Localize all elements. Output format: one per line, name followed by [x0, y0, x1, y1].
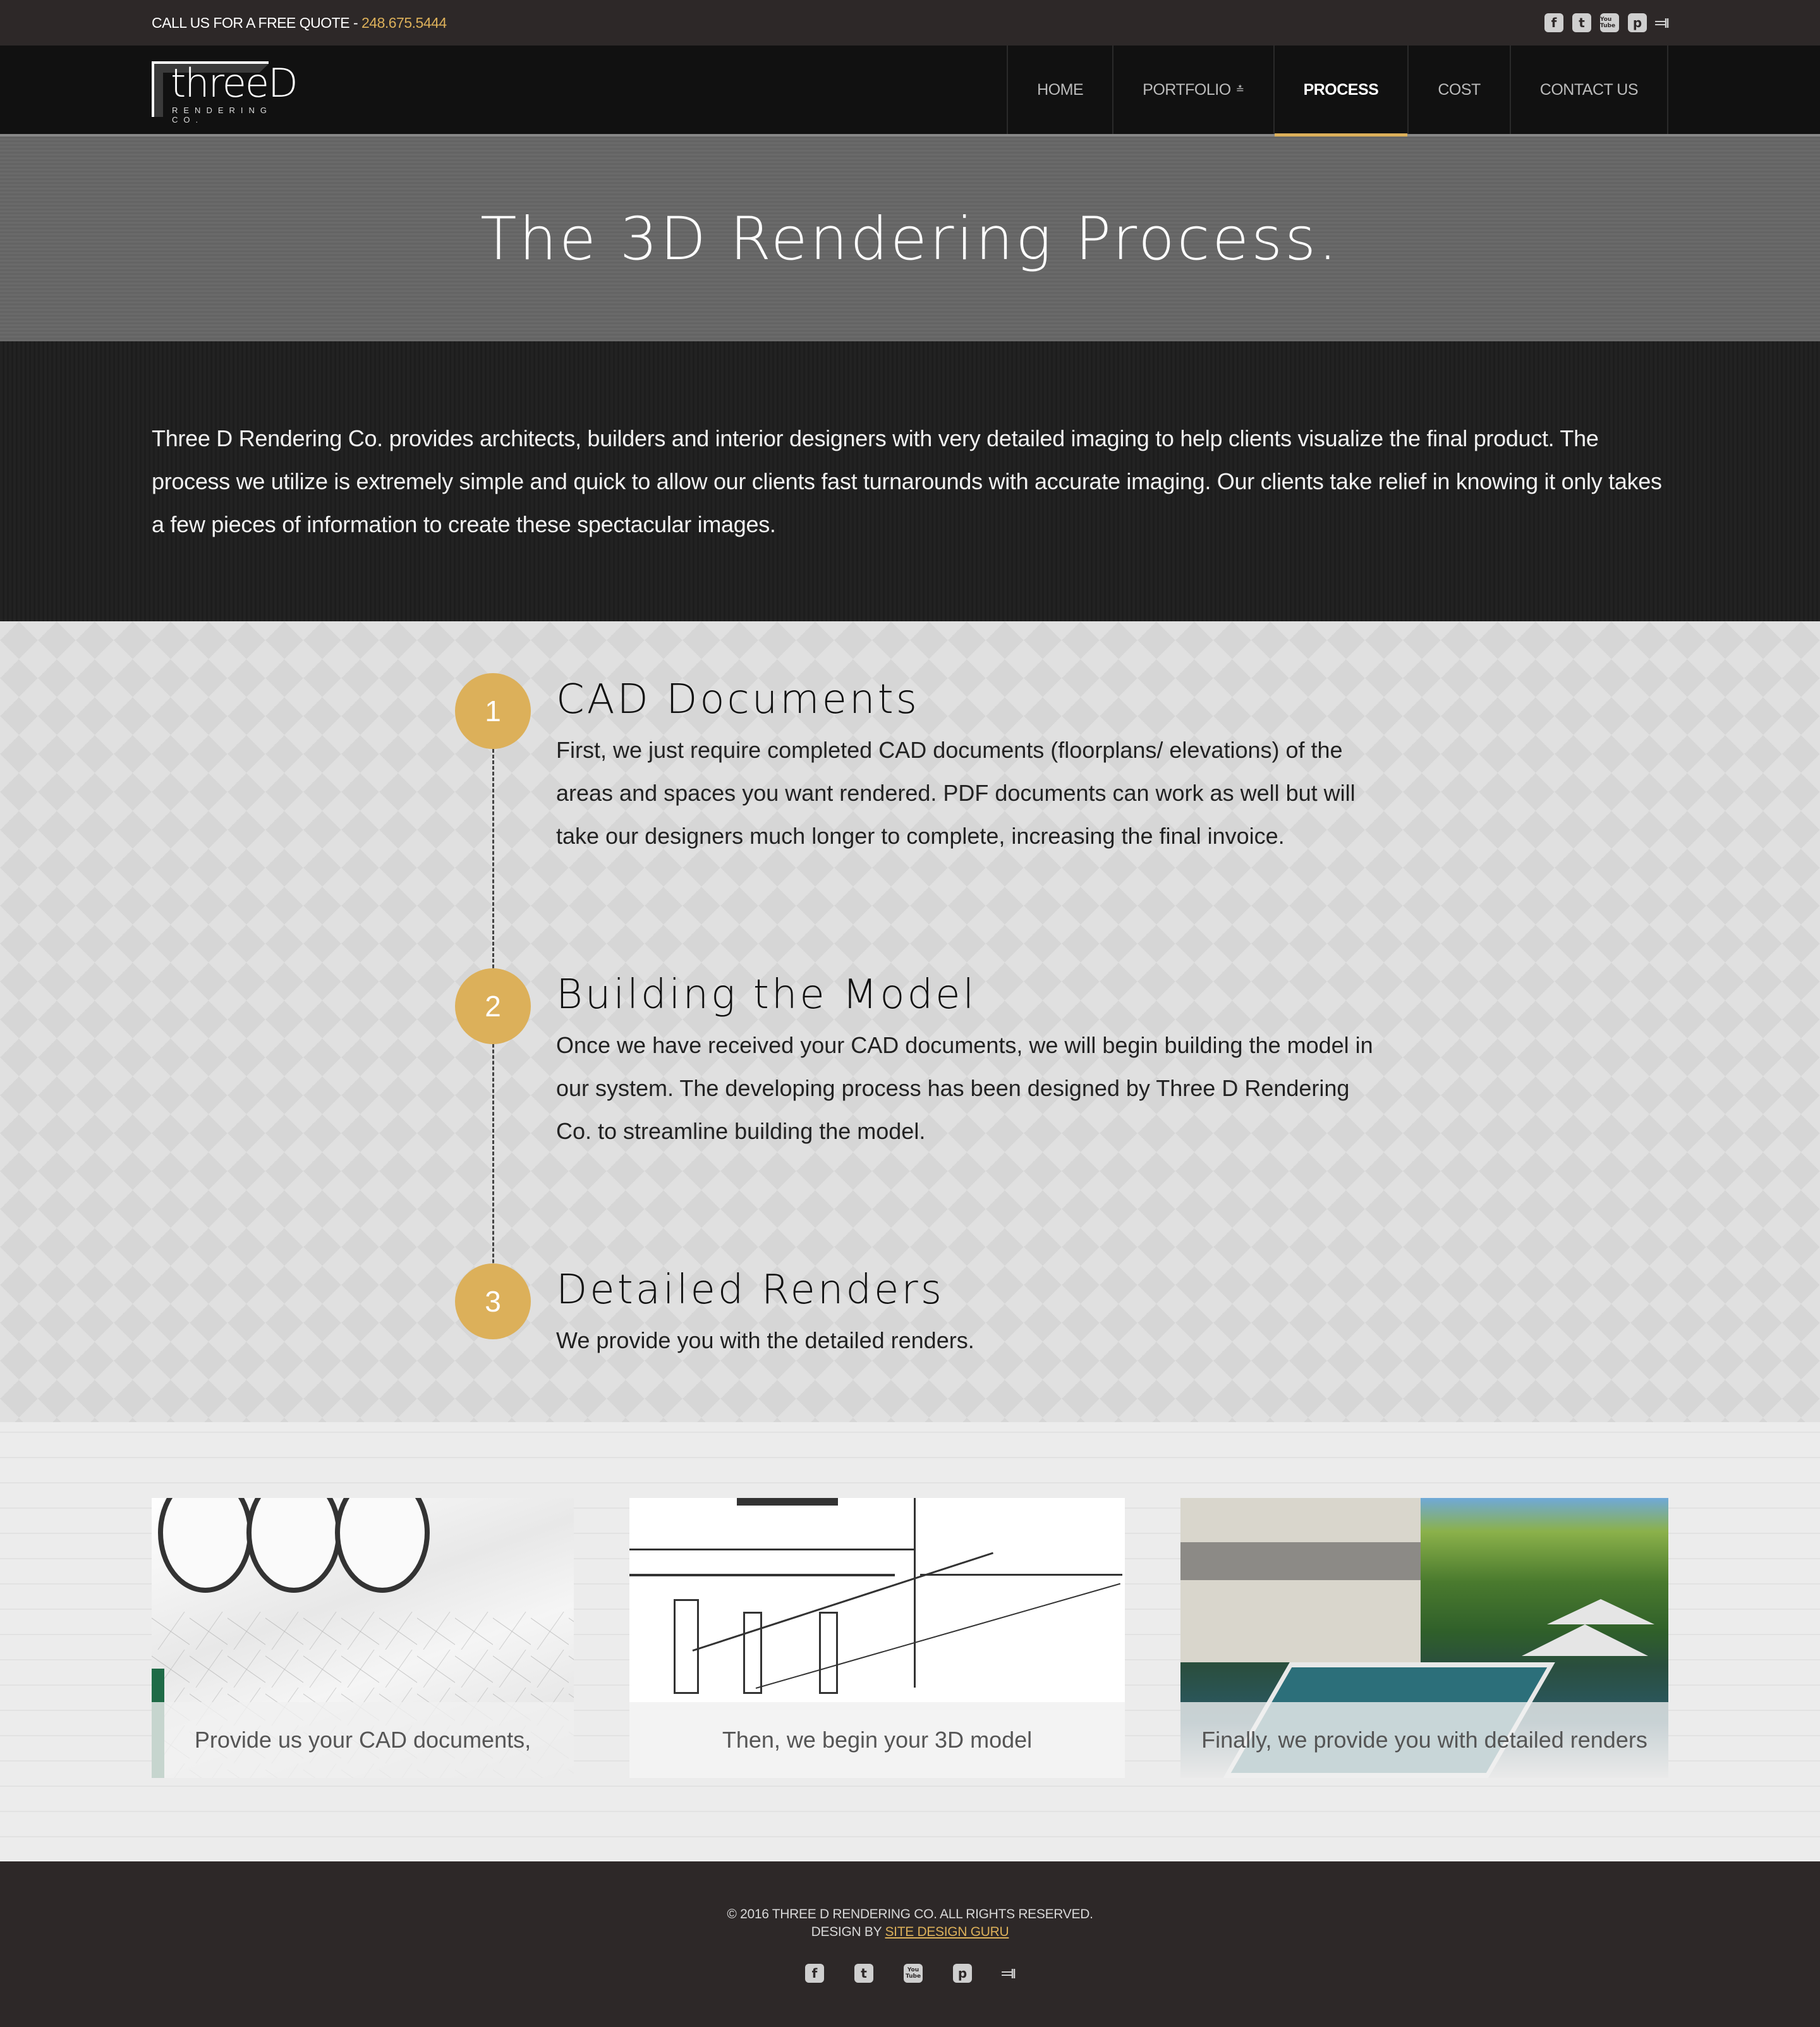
- step-title: Building the Model: [556, 971, 977, 1018]
- nav-process[interactable]: PROCESS: [1274, 46, 1409, 137]
- youtube-icon[interactable]: You Tube: [904, 1964, 923, 1983]
- process-step: 2 Building the Model Once we have receiv…: [455, 968, 1403, 1263]
- pinterest-icon[interactable]: p: [1628, 13, 1647, 32]
- step-description: First, we just require completed CAD doc…: [556, 737, 1356, 849]
- card-detailed-renders[interactable]: Finally, we provide you with detailed re…: [1180, 1498, 1668, 1778]
- facebook-icon[interactable]: f: [805, 1964, 824, 1983]
- nav-portfolio-label: PORTFOLIO: [1143, 80, 1231, 99]
- page-title: The 3D Rendering Process.: [480, 204, 1340, 274]
- logo-wordmark: threeD: [171, 60, 298, 106]
- design-credit: DESIGN BY SITE DESIGN GURU: [0, 1923, 1820, 1941]
- step-number-badge: 1: [455, 673, 531, 749]
- nav-contact-us[interactable]: CONTACT US: [1511, 46, 1668, 134]
- twitter-icon[interactable]: t: [854, 1964, 873, 1983]
- designer-link[interactable]: SITE DESIGN GURU: [885, 1925, 1009, 1939]
- intro-text: Three D Rendering Co. provides architect…: [152, 425, 1662, 537]
- step-number-badge: 2: [455, 968, 531, 1044]
- pinterest-icon[interactable]: p: [953, 1964, 972, 1983]
- top-bar: CALL US FOR A FREE QUOTE - 248.675.5444 …: [0, 0, 1820, 46]
- step-title: Detailed Renders: [556, 1267, 945, 1313]
- nav-cost[interactable]: COST: [1409, 46, 1511, 134]
- social-links-footer: f t You Tube p ⫥: [0, 1964, 1820, 1983]
- call-text: CALL US FOR A FREE QUOTE -: [152, 14, 361, 31]
- step-description: We provide you with the detailed renders…: [556, 1327, 974, 1353]
- process-steps: 1 CAD Documents First, we just require c…: [0, 621, 1820, 1422]
- nav-portfolio[interactable]: PORTFOLIO ≛: [1113, 46, 1275, 134]
- step-description: Once we have received your CAD documents…: [556, 1032, 1373, 1144]
- process-image-cards: Provide us your CAD documents, Then, we …: [0, 1422, 1820, 1861]
- houzz-icon[interactable]: ⫥: [1655, 13, 1670, 32]
- nav-home-label: HOME: [1037, 80, 1084, 99]
- chevron-down-icon: ≛: [1235, 85, 1244, 95]
- step-title: CAD Documents: [556, 676, 919, 723]
- nav-cost-label: COST: [1438, 80, 1481, 99]
- card-caption: Provide us your CAD documents,: [152, 1702, 574, 1778]
- design-by-label: DESIGN BY: [811, 1925, 885, 1939]
- nav-contact-label: CONTACT US: [1539, 80, 1639, 99]
- social-links-top: f t You Tube p ⫥: [1544, 13, 1670, 32]
- nav-home[interactable]: HOME: [1008, 46, 1114, 134]
- card-caption: Then, we begin your 3D model: [629, 1702, 1125, 1778]
- page-hero: The 3D Rendering Process.: [0, 137, 1820, 341]
- card-cad-documents[interactable]: Provide us your CAD documents,: [152, 1498, 574, 1778]
- step-number-badge: 3: [455, 1263, 531, 1339]
- intro-section: Three D Rendering Co. provides architect…: [0, 341, 1820, 621]
- houzz-icon[interactable]: ⫥: [1002, 1964, 1016, 1983]
- copyright-text: © 2016 THREE D RENDERING CO. ALL RIGHTS …: [727, 1907, 1093, 1921]
- footer: © 2016 THREE D RENDERING CO. ALL RIGHTS …: [0, 1861, 1820, 2027]
- call-for-quote: CALL US FOR A FREE QUOTE - 248.675.5444: [152, 15, 447, 32]
- card-caption: Finally, we provide you with detailed re…: [1180, 1702, 1668, 1778]
- facebook-icon[interactable]: f: [1544, 13, 1563, 32]
- process-step: 1 CAD Documents First, we just require c…: [455, 673, 1403, 968]
- primary-nav: HOME PORTFOLIO ≛ PROCESS COST CONTACT US: [1007, 46, 1668, 137]
- card-3d-model[interactable]: Then, we begin your 3D model: [629, 1498, 1125, 1778]
- twitter-icon[interactable]: t: [1572, 13, 1591, 32]
- logo[interactable]: threeD RENDERING CO.: [152, 60, 306, 125]
- logo-subtitle: RENDERING CO.: [172, 106, 273, 125]
- main-navbar: threeD RENDERING CO. HOME PORTFOLIO ≛ PRO…: [0, 46, 1820, 137]
- phone-number[interactable]: 248.675.5444: [361, 15, 447, 31]
- youtube-icon[interactable]: You Tube: [1600, 13, 1619, 32]
- nav-process-label: PROCESS: [1303, 80, 1379, 99]
